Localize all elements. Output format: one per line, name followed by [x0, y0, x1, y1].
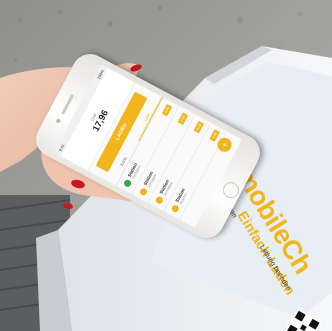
list-item-price: 6,25	[193, 120, 204, 134]
plug-icon	[154, 195, 165, 205]
list-item-price: 4,40	[161, 103, 172, 117]
photo-scene: mobileCh Einfach Laden Ladung starten La…	[0, 0, 332, 331]
plug-icon	[170, 203, 181, 214]
list-item-price: 5,40	[177, 112, 188, 125]
plug-icon	[122, 178, 133, 189]
plug-icon	[138, 187, 149, 197]
